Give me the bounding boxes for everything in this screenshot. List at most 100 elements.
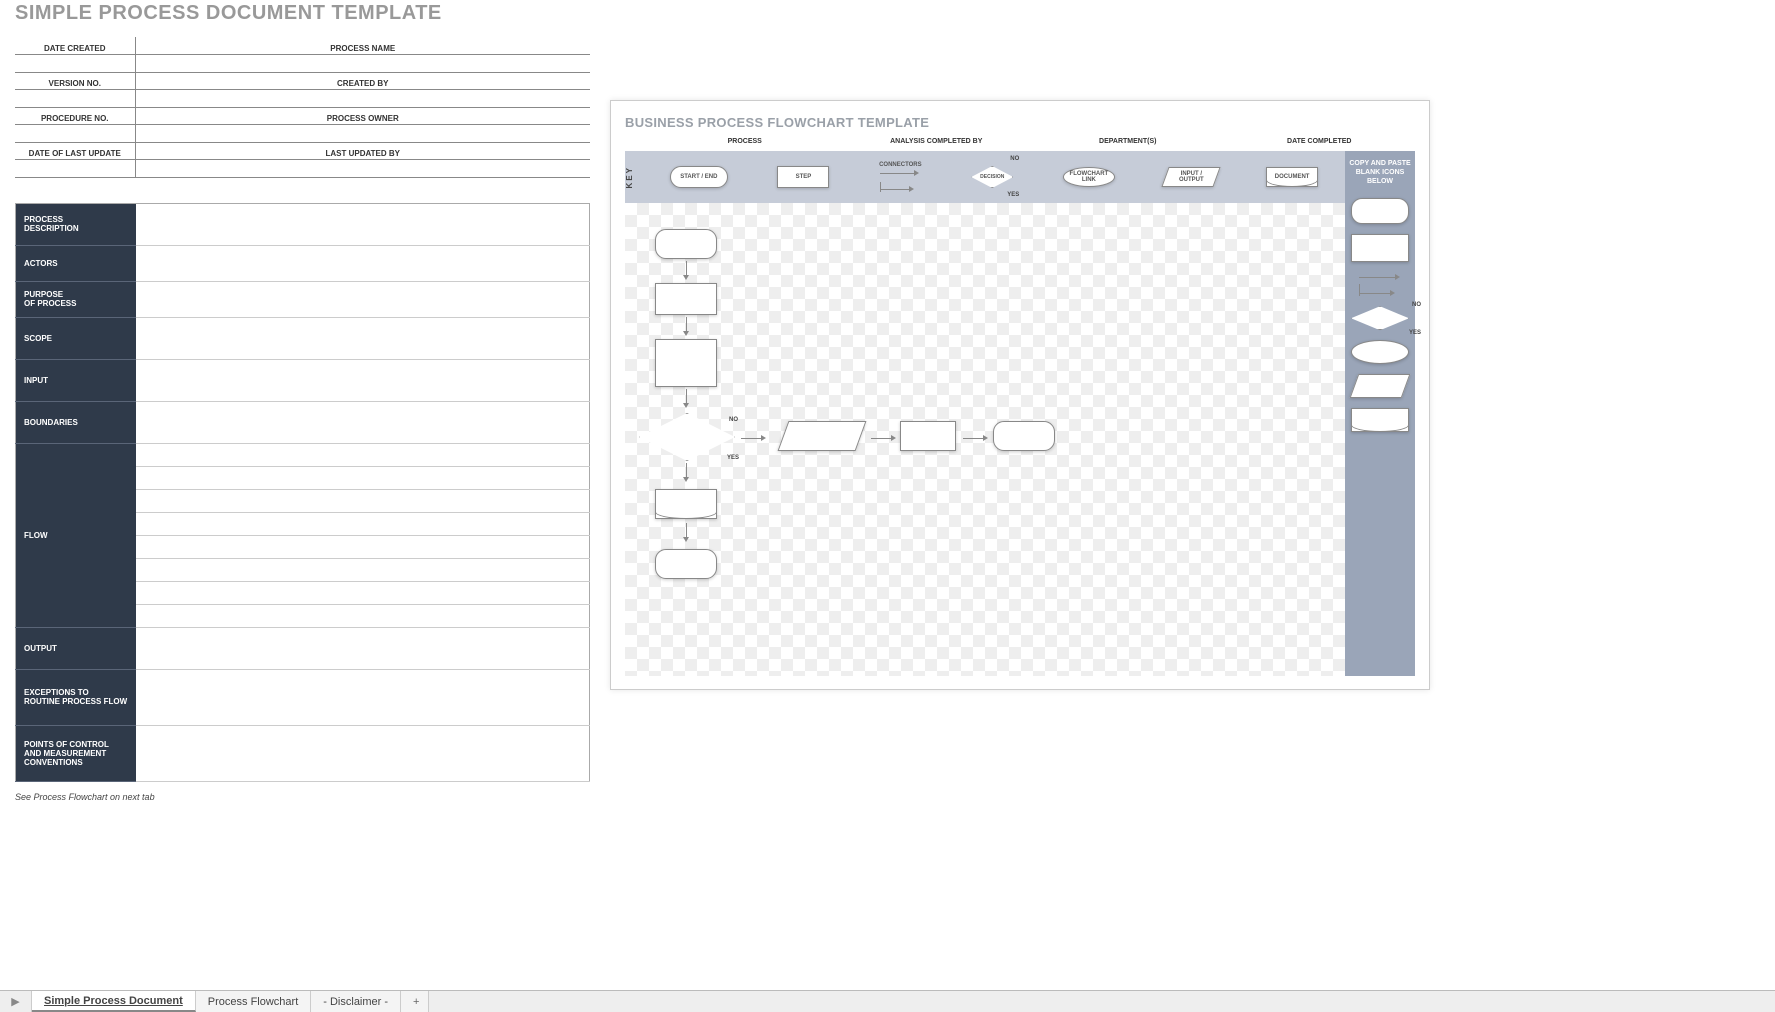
yes-label: YES	[1007, 192, 1019, 198]
section-label: SCOPE	[16, 317, 136, 359]
shape-palette: COPY AND PASTE BLANK ICONS BELOW NO YES	[1345, 151, 1415, 676]
palette-diamond[interactable]	[1351, 306, 1409, 330]
canvas-io[interactable]	[778, 421, 867, 451]
meta-value[interactable]	[135, 159, 590, 177]
flowchart-panel: BUSINESS PROCESS FLOWCHART TEMPLATE PROC…	[610, 100, 1430, 690]
arrow-right-icon	[741, 435, 766, 441]
sheet-tab[interactable]: Simple Process Document	[32, 991, 196, 1012]
canvas-process[interactable]	[655, 339, 717, 387]
meta-label: DATE CREATED	[15, 37, 135, 54]
fc-meta-label: DATE COMPLETED	[1224, 138, 1416, 145]
yes-label: YES	[1409, 330, 1421, 336]
flowchart-title: BUSINESS PROCESS FLOWCHART TEMPLATE	[625, 115, 1415, 130]
fc-meta-label: DEPARTMENT(S)	[1032, 138, 1224, 145]
sheet-tabs: ▶ Simple Process DocumentProcess Flowcha…	[0, 990, 1775, 1012]
section-label: BOUNDARIES	[16, 401, 136, 443]
no-label: NO	[1010, 156, 1019, 162]
meta-value[interactable]	[15, 159, 135, 177]
sections-table: PROCESS DESCRIPTIONACTORSPURPOSE OF PROC…	[15, 203, 590, 782]
section-value[interactable]	[136, 443, 590, 466]
section-label: PURPOSE OF PROCESS	[16, 281, 136, 317]
meta-label: PROCEDURE NO.	[15, 107, 135, 124]
arrow-down-icon	[681, 261, 691, 280]
footnote: See Process Flowchart on next tab	[15, 792, 590, 802]
canvas-terminator[interactable]	[655, 229, 717, 259]
palette-parallelogram[interactable]	[1350, 374, 1411, 398]
meta-value[interactable]	[135, 124, 590, 142]
section-value[interactable]	[136, 466, 590, 489]
section-label: ACTORS	[16, 245, 136, 281]
flowchart-canvas[interactable]: NO YES	[625, 203, 1345, 676]
canvas-decision[interactable]	[639, 413, 735, 461]
meta-label: CREATED BY	[135, 72, 590, 89]
yes-label: YES	[727, 455, 739, 461]
arrow-right-icon	[963, 435, 988, 441]
meta-label: PROCESS OWNER	[135, 107, 590, 124]
meta-label: LAST UPDATED BY	[135, 142, 590, 159]
palette-document[interactable]	[1351, 408, 1409, 432]
meta-label: DATE OF LAST UPDATE	[15, 142, 135, 159]
oval-icon: FLOWCHART LINK	[1063, 167, 1115, 187]
section-label: PROCESS DESCRIPTION	[16, 203, 136, 245]
arrow-down-icon	[681, 317, 691, 336]
terminator-icon: START / END	[670, 166, 728, 188]
arrow-down-icon	[681, 523, 691, 542]
palette-terminator[interactable]	[1351, 198, 1409, 224]
tab-scroll-right-icon[interactable]: ▶	[0, 991, 32, 1012]
section-value[interactable]	[136, 725, 590, 781]
meta-label: PROCESS NAME	[135, 37, 590, 54]
section-value[interactable]	[136, 245, 590, 281]
section-value[interactable]	[136, 401, 590, 443]
canvas-process[interactable]	[655, 283, 717, 315]
section-value[interactable]	[136, 489, 590, 512]
section-value[interactable]	[136, 558, 590, 581]
section-label: EXCEPTIONS TO ROUTINE PROCESS FLOW	[16, 669, 136, 725]
canvas-process[interactable]	[900, 421, 956, 451]
section-value[interactable]	[136, 604, 590, 627]
fc-meta-label: PROCESS	[649, 138, 841, 145]
section-value[interactable]	[136, 627, 590, 669]
palette-connectors[interactable]	[1355, 272, 1405, 296]
document-icon: DOCUMENT	[1266, 167, 1318, 187]
section-value[interactable]	[136, 512, 590, 535]
canvas-document[interactable]	[655, 489, 717, 519]
palette-process[interactable]	[1351, 234, 1409, 262]
flowchart-meta: PROCESS ANALYSIS COMPLETED BY DEPARTMENT…	[625, 138, 1415, 145]
meta-label: VERSION NO.	[15, 72, 135, 89]
arrow-down-icon	[681, 463, 691, 482]
section-value[interactable]	[136, 203, 590, 245]
section-label: OUTPUT	[16, 627, 136, 669]
process-icon: STEP	[777, 166, 829, 188]
key-band: KEY START / END STEP CONNECTORS NO	[625, 151, 1345, 203]
section-value[interactable]	[136, 359, 590, 401]
no-label: NO	[1412, 302, 1421, 308]
canvas-terminator[interactable]	[993, 421, 1055, 451]
meta-value[interactable]	[135, 54, 590, 72]
meta-value[interactable]	[135, 89, 590, 107]
section-label: INPUT	[16, 359, 136, 401]
key-label: KEY	[625, 166, 643, 188]
doc-title: SIMPLE PROCESS DOCUMENT TEMPLATE	[15, 2, 590, 25]
section-value[interactable]	[136, 281, 590, 317]
section-value[interactable]	[136, 317, 590, 359]
parallelogram-icon: INPUT / OUTPUT	[1161, 167, 1220, 187]
meta-value[interactable]	[15, 124, 135, 142]
section-value[interactable]	[136, 669, 590, 725]
diamond-icon: DECISION	[971, 166, 1013, 188]
fc-meta-label: ANALYSIS COMPLETED BY	[841, 138, 1033, 145]
connector-label: CONNECTORS	[879, 162, 922, 168]
palette-oval[interactable]	[1351, 340, 1409, 364]
meta-table: DATE CREATEDPROCESS NAME VERSION NO.CREA…	[15, 37, 590, 178]
canvas-terminator[interactable]	[655, 549, 717, 579]
meta-value[interactable]	[15, 54, 135, 72]
sheet-tab[interactable]: - Disclaimer -	[311, 991, 401, 1012]
sheet-tab[interactable]: Process Flowchart	[196, 991, 311, 1012]
section-value[interactable]	[136, 535, 590, 558]
add-sheet-button[interactable]: +	[401, 991, 429, 1012]
meta-value[interactable]	[15, 89, 135, 107]
palette-title: COPY AND PASTE BLANK ICONS BELOW	[1345, 159, 1415, 188]
process-document: SIMPLE PROCESS DOCUMENT TEMPLATE DATE CR…	[15, 2, 590, 802]
key-items: START / END STEP CONNECTORS NO DECISION	[643, 162, 1345, 192]
section-value[interactable]	[136, 581, 590, 604]
arrow-down-icon	[681, 389, 691, 408]
